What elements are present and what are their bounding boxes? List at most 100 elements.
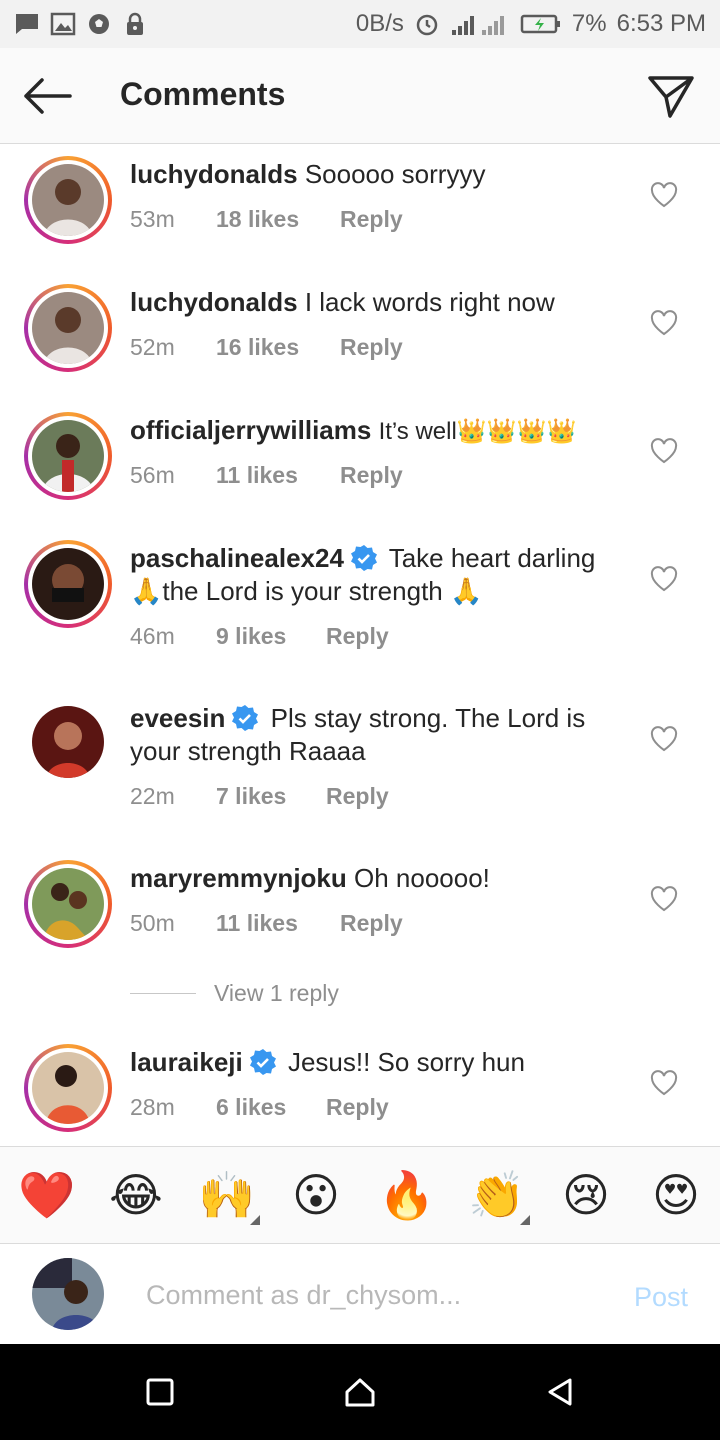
comment-item: lauraikeji Jesus!! So sorry hun 28m 6 li…	[0, 1032, 720, 1146]
view-replies-label: View 1 reply	[214, 980, 339, 1006]
comment-username[interactable]: luchydonalds	[130, 159, 298, 189]
network-speed: 0B/s	[355, 10, 404, 37]
comment-item: eveesin Pls stay strong. The Lord is you…	[0, 688, 720, 848]
heart-outline-icon[interactable]	[650, 726, 678, 752]
comment-item: paschalinealex24 Take heart darling 🙏the…	[0, 528, 720, 688]
direct-send-icon[interactable]	[646, 72, 696, 120]
heart-outline-icon[interactable]	[650, 438, 678, 464]
system-navigation-bar	[0, 1344, 720, 1440]
comment-meta: 56m 11 likes Reply	[130, 462, 403, 489]
comment-username[interactable]: luchydonalds	[130, 287, 298, 317]
heart-outline-icon[interactable]	[650, 182, 678, 208]
comment-time: 22m	[130, 783, 175, 809]
comment-input[interactable]	[144, 1274, 588, 1316]
comments-header: Comments	[0, 48, 720, 144]
comment-time: 56m	[130, 462, 175, 488]
emoji-raised-hands-glyph: 🙌	[198, 1169, 256, 1221]
verified-badge-icon	[232, 705, 259, 731]
status-bar: 0B/s 7% 6:53 PM	[0, 0, 720, 48]
post-button[interactable]: Post	[634, 1282, 688, 1313]
back-arrow-icon[interactable]	[20, 74, 76, 118]
comment-likes[interactable]: 7 likes	[216, 783, 326, 810]
heart-outline-icon[interactable]	[650, 886, 678, 912]
gallery-notification-icon	[50, 12, 76, 36]
comment-text: It’s well👑👑👑👑	[378, 418, 577, 445]
comment-likes[interactable]: 11 likes	[216, 462, 340, 489]
emoji-cry[interactable]: 😢	[558, 1167, 614, 1223]
comment-username[interactable]: paschalinealex24	[130, 543, 344, 573]
reply-button[interactable]: Reply	[326, 1094, 389, 1121]
comments-list[interactable]: luchydonalds Sooooo sorryyy 53m 18 likes…	[0, 144, 720, 1146]
comment-username[interactable]: lauraikeji	[130, 1047, 243, 1077]
clock: 6:53 PM	[616, 10, 706, 37]
avatar[interactable]	[24, 540, 112, 628]
soccer-ball-icon	[89, 14, 109, 34]
comment-likes[interactable]: 18 likes	[216, 206, 340, 233]
comment-likes[interactable]: 11 likes	[216, 910, 340, 937]
reply-button[interactable]: Reply	[326, 623, 389, 650]
comment-meta: 52m 16 likes Reply	[130, 334, 403, 361]
avatar[interactable]	[24, 284, 112, 372]
avatar[interactable]	[32, 706, 104, 778]
heart-outline-icon[interactable]	[650, 310, 678, 336]
comment-item: officialjerrywilliams It’s well👑👑👑👑 56m …	[0, 400, 720, 528]
heart-outline-icon[interactable]	[650, 566, 678, 592]
emoji-clap[interactable]: 👏	[468, 1167, 530, 1225]
reply-button[interactable]: Reply	[340, 462, 403, 489]
emoji-heart-eyes[interactable]: 😍	[648, 1167, 704, 1223]
reply-button[interactable]: Reply	[340, 334, 403, 361]
comment-username[interactable]: officialjerrywilliams	[130, 415, 371, 445]
comment-meta: 50m 11 likes Reply	[130, 910, 403, 937]
comment-time: 46m	[130, 623, 175, 649]
comment-item: luchydonalds I lack words right now 52m …	[0, 272, 720, 400]
comment-time: 28m	[130, 1094, 175, 1120]
comment-time: 53m	[130, 206, 175, 232]
alarm-icon	[416, 14, 438, 36]
comment-username[interactable]: maryremmynjoku	[130, 863, 347, 893]
emoji-reaction-bar: ❤️ 😂 🙌 😮 🔥 👏 😢 😍	[0, 1146, 720, 1244]
battery-charging-icon	[520, 14, 560, 34]
skin-tone-indicator	[520, 1215, 530, 1225]
page-title: Comments	[120, 76, 286, 112]
comment-meta: 46m 9 likes Reply	[130, 623, 389, 650]
avatar	[32, 1258, 104, 1330]
lock-icon	[127, 12, 143, 35]
comment-meta: 28m 6 likes Reply	[130, 1094, 389, 1121]
reply-button[interactable]: Reply	[326, 783, 389, 810]
avatar[interactable]	[24, 156, 112, 244]
comment-likes[interactable]: 16 likes	[216, 334, 340, 361]
skin-tone-indicator	[250, 1215, 260, 1225]
reply-button[interactable]: Reply	[340, 910, 403, 937]
view-replies-link[interactable]: View 1 reply	[130, 980, 339, 1007]
emoji-open-mouth[interactable]: 😮	[288, 1167, 344, 1223]
verified-badge-icon	[249, 1049, 276, 1075]
reply-button[interactable]: Reply	[340, 206, 403, 233]
comment-text: Sooooo sorryyy	[304, 159, 486, 189]
avatar[interactable]	[24, 412, 112, 500]
emoji-joy[interactable]: 😂	[108, 1167, 164, 1223]
status-notification-icons	[14, 12, 148, 36]
comment-item: maryremmynjoku Oh nooooo! 50m 11 likes R…	[0, 848, 720, 976]
emoji-heart[interactable]: ❤️	[18, 1167, 75, 1223]
comment-meta: 22m 7 likes Reply	[130, 783, 389, 810]
emoji-clap-glyph: 👏	[468, 1169, 526, 1221]
status-system-info: 0B/s 7% 6:53 PM	[356, 10, 706, 38]
comment-likes[interactable]: 9 likes	[216, 623, 326, 650]
recents-square-icon[interactable]	[140, 1372, 180, 1412]
home-icon[interactable]	[340, 1372, 380, 1412]
emoji-fire[interactable]: 🔥	[378, 1167, 435, 1223]
comment-item: luchydonalds Sooooo sorryyy 53m 18 likes…	[0, 144, 720, 272]
comment-composer: Post	[0, 1244, 720, 1344]
comment-meta: 53m 18 likes Reply	[130, 206, 403, 233]
emoji-raised-hands[interactable]: 🙌	[198, 1167, 260, 1225]
avatar[interactable]	[24, 860, 112, 948]
comment-text: Jesus!! So sorry hun	[287, 1047, 525, 1077]
comment-username[interactable]: eveesin	[130, 703, 225, 733]
heart-outline-icon[interactable]	[650, 1070, 678, 1096]
battery-level: 7%	[571, 10, 607, 37]
comment-likes[interactable]: 6 likes	[216, 1094, 326, 1121]
comment-text: I lack words right now	[304, 287, 555, 317]
avatar[interactable]	[24, 1044, 112, 1132]
back-triangle-icon[interactable]	[540, 1372, 580, 1412]
comment-text: Oh nooooo!	[354, 863, 490, 893]
